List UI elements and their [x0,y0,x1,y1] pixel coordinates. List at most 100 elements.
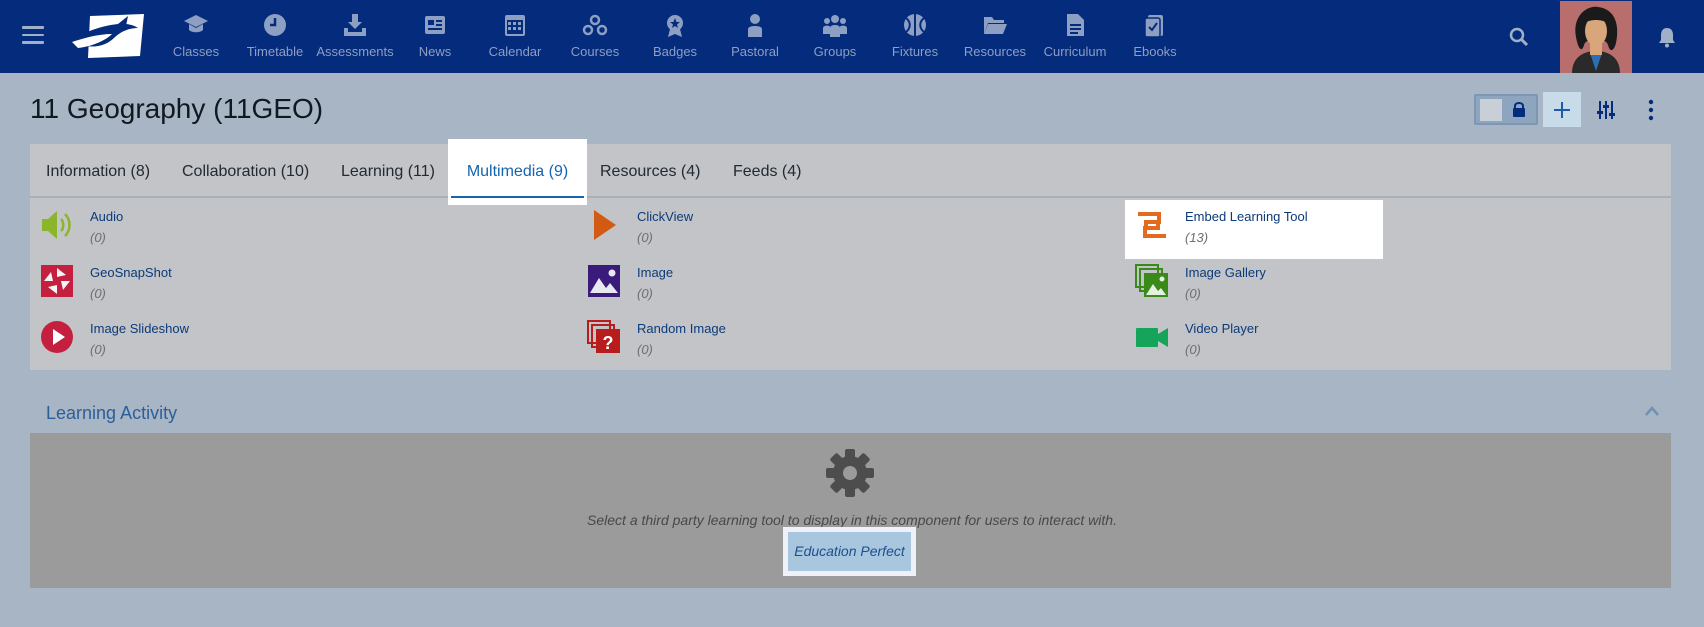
learning-activity-description: Select a third party learning tool to di… [587,512,1117,528]
nav-label: Courses [570,44,620,59]
nav-calendar[interactable]: Calendar [475,10,555,66]
nav-assessments[interactable]: Assessments [315,10,395,66]
search-icon[interactable] [1508,26,1530,48]
tool-count: (0) [1185,286,1201,301]
education-perfect-button[interactable]: Education Perfect [783,527,916,576]
more-options-icon[interactable] [1646,99,1656,121]
button-label: Education Perfect [788,532,911,571]
document-icon [1067,14,1084,36]
embed-icon [1138,212,1166,238]
nav-label: Calendar [488,44,542,59]
folder-icon [984,17,1007,34]
group-icon [823,15,847,37]
add-button[interactable] [1543,92,1581,127]
tool-count: (0) [637,230,653,245]
nav-label: Resources [963,44,1027,59]
nav-label: Curriculum [1043,44,1107,59]
tab-bar: Information (8) Collaboration (10) Learn… [30,139,1671,205]
nav-label: Classes [172,44,220,59]
toggle-knob [1480,99,1502,121]
tool-image-gallery[interactable]: Image Gallery (0) [1125,256,1375,312]
nav-classes[interactable]: Classes [156,10,236,66]
tab-collaboration[interactable]: Collaboration (10) [182,144,309,198]
nav-label: News [418,44,452,59]
tool-count: (0) [90,342,106,357]
tab-information[interactable]: Information (8) [46,144,150,198]
question-stack-icon: ? [587,320,620,353]
page-title: 11 Geography (11GEO) [30,93,324,124]
sliders-icon[interactable] [1596,100,1616,120]
learning-activity-heading: Learning Activity [46,403,178,423]
tab-resources[interactable]: Resources (4) [600,144,700,198]
tool-name: Embed Learning Tool [1185,209,1308,224]
nav-badges[interactable]: Badges [635,10,715,66]
hamburger-menu-icon[interactable] [22,26,44,44]
top-navigation-bar: Classes Timetable Assessments News Calen… [0,0,1704,73]
tool-name: ClickView [637,209,694,224]
video-camera-icon [1136,328,1168,347]
tools-panel: Information (8) Collaboration (10) Learn… [30,139,1671,370]
nav-courses[interactable]: Courses [555,10,635,66]
tool-name: Image [637,265,674,280]
tool-count: (0) [1185,342,1201,357]
nav-fixtures[interactable]: Fixtures [875,10,955,66]
tool-name: Image Slideshow [90,321,189,336]
clock-icon [264,14,286,36]
lock-icon [1513,102,1525,117]
nav-pastoral[interactable]: Pastoral [715,10,795,66]
tool-video-player[interactable]: Video Player (0) [1125,312,1375,368]
school-logo[interactable] [68,12,146,60]
tool-count: (0) [90,286,106,301]
tab-feeds[interactable]: Feeds (4) [733,144,801,198]
tab-label: Multimedia (9) [466,163,569,180]
nav-label: Badges [652,44,698,59]
nav-label: Timetable [246,44,304,59]
tab-multimedia[interactable]: Multimedia (9) [448,139,587,205]
user-avatar[interactable] [1560,1,1632,73]
chevron-up-icon[interactable] [1644,405,1660,417]
nav-ebooks[interactable]: Ebooks [1115,10,1195,66]
tab-learning[interactable]: Learning (11) [341,144,435,198]
tool-count: (13) [1185,230,1209,245]
graduation-cap-icon [184,15,208,33]
bell-icon[interactable] [1657,26,1677,48]
tool-name: GeoSnapShot [90,265,172,280]
person-icon [748,14,762,37]
nav-curriculum[interactable]: Curriculum [1035,10,1115,66]
ebook-icon [1144,15,1163,38]
nav-label: Groups [813,44,857,59]
plus-icon [1554,102,1570,118]
tool-name: Image Gallery [1185,265,1266,280]
nav-label: Pastoral [731,44,779,59]
ball-icon [904,14,926,36]
edit-lock-toggle[interactable] [1474,94,1538,125]
tool-clickview[interactable]: ClickView (0) [577,200,827,256]
svg-text:?: ? [603,333,614,353]
nodes-icon [582,14,608,36]
gear-icon [826,449,874,497]
nav-resources[interactable]: Resources [955,10,1035,66]
play-circle-icon [41,321,73,353]
calendar-icon [505,15,525,36]
camera-shutter-icon [41,265,73,297]
nav-label: Assessments [316,44,394,59]
newspaper-icon [425,16,445,34]
nav-label: Fixtures [891,44,939,59]
tool-image-slideshow[interactable]: Image Slideshow (0) [30,312,280,368]
speaker-icon [42,211,71,239]
play-triangle-icon [594,210,616,240]
tool-count: (0) [637,342,653,357]
tool-geosnapshot[interactable]: GeoSnapShot (0) [30,256,280,312]
tool-audio[interactable]: Audio (0) [30,200,280,256]
tool-embed-learning-tool[interactable]: Embed Learning Tool (13) [1125,200,1383,259]
download-tray-icon [344,14,366,36]
nav-news[interactable]: News [395,10,475,66]
nav-timetable[interactable]: Timetable [235,10,315,66]
tool-random-image[interactable]: ? Random Image (0) [577,312,827,368]
tool-name: Video Player [1185,321,1259,336]
active-tab-underline [451,196,584,198]
tool-image[interactable]: Image (0) [577,256,827,312]
nav-groups[interactable]: Groups [795,10,875,66]
tool-name: Audio [90,209,124,224]
image-gallery-icon [1135,264,1168,297]
